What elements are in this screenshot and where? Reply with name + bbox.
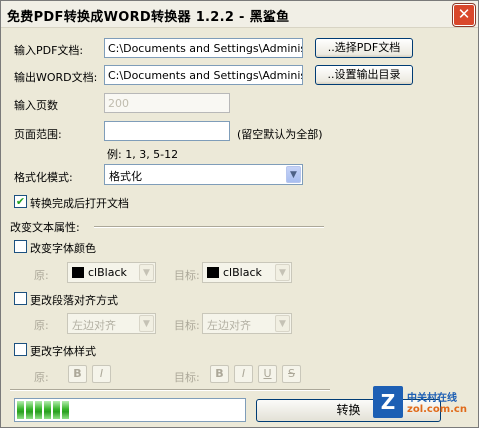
font-color-target-value: clBlack <box>223 266 262 279</box>
progress-segment <box>62 401 69 419</box>
font-color-orig-label: 原: <box>34 269 49 282</box>
alignment-orig-select: 左边对齐 ▼ <box>67 313 156 334</box>
font-color-orig-value: clBlack <box>88 266 127 279</box>
close-icon: ✕ <box>457 5 471 23</box>
orig-bold-button: B <box>68 365 87 383</box>
alignment-checkbox[interactable] <box>14 292 27 305</box>
section-divider <box>94 226 324 228</box>
font-style-orig-label: 原: <box>34 371 49 384</box>
orig-italic-button: I <box>92 365 111 383</box>
font-style-checkbox[interactable] <box>14 343 27 356</box>
target-bold-button: B <box>210 365 229 383</box>
progress-segment <box>53 401 60 419</box>
font-color-orig-select: clBlack ▼ <box>67 262 156 283</box>
format-mode-value: 格式化 <box>109 170 142 183</box>
title-bar: 免费PDF转换成WORD转换器 1.2.2 - 黑鲨鱼 ✕ <box>1 1 478 28</box>
page-range-hint: (留空默认为全部) <box>237 128 323 141</box>
font-color-label: 改变字体颜色 <box>30 242 96 255</box>
page-count-field: 200 <box>104 93 230 113</box>
watermark-name: 中关村在线 <box>407 393 457 404</box>
format-mode-select[interactable]: 格式化 ▼ <box>104 164 303 185</box>
checkmark-icon: ✔ <box>15 195 26 208</box>
page-range-field[interactable] <box>104 121 230 141</box>
conversion-progress-bar <box>14 398 246 422</box>
progress-segment <box>17 401 24 419</box>
font-color-target-select: clBlack ▼ <box>202 262 292 283</box>
open-after-checkbox[interactable]: ✔ <box>14 195 27 208</box>
alignment-target-value: 左边对齐 <box>207 319 251 332</box>
progress-segment <box>44 401 51 419</box>
set-output-dir-button[interactable]: ..设置输出目录 <box>315 65 413 85</box>
output-word-field[interactable]: C:\Documents and Settings\Administrato <box>104 65 303 85</box>
alignment-label: 更改段落对齐方式 <box>30 294 118 307</box>
watermark-site: zol.com.cn <box>407 404 467 415</box>
open-after-label: 转换完成后打开文档 <box>30 197 129 210</box>
input-pdf-field[interactable]: C:\Documents and Settings\Administrato <box>104 38 303 58</box>
window-title: 免费PDF转换成WORD转换器 1.2.2 - 黑鲨鱼 <box>7 10 290 25</box>
font-color-checkbox[interactable] <box>14 240 27 253</box>
page-range-example: 例: 1, 3, 5-12 <box>107 148 179 161</box>
page-count-label: 输入页数 <box>14 99 58 112</box>
font-style-label: 更改字体样式 <box>30 345 96 358</box>
select-pdf-button[interactable]: ..选择PDF文档 <box>315 38 413 58</box>
font-style-target-label: 目标: <box>174 371 200 384</box>
target-underline-button: U <box>258 365 277 383</box>
bottom-divider <box>10 389 330 391</box>
chevron-down-icon: ▼ <box>275 264 290 281</box>
main-window: 免费PDF转换成WORD转换器 1.2.2 - 黑鲨鱼 ✕ 输入PDF文档: C… <box>0 0 479 428</box>
target-italic-button: I <box>234 365 253 383</box>
zol-logo: Z <box>373 386 403 418</box>
close-button[interactable]: ✕ <box>453 4 475 26</box>
chevron-down-icon: ▼ <box>275 315 290 332</box>
font-color-target-label: 目标: <box>174 269 200 282</box>
page-range-label: 页面范围: <box>14 128 62 141</box>
target-strike-button: S <box>282 365 301 383</box>
text-props-section-label: 改变文本属性: <box>10 221 80 234</box>
black-swatch <box>72 267 84 278</box>
alignment-orig-label: 原: <box>34 319 49 332</box>
chevron-down-icon: ▼ <box>139 264 154 281</box>
chevron-down-icon: ▼ <box>139 315 154 332</box>
chevron-down-icon[interactable]: ▼ <box>286 166 301 183</box>
alignment-orig-value: 左边对齐 <box>72 319 116 332</box>
output-word-label: 输出WORD文档: <box>14 71 98 84</box>
black-swatch <box>207 267 219 278</box>
input-pdf-label: 输入PDF文档: <box>14 44 84 57</box>
progress-segment <box>26 401 33 419</box>
zol-watermark: Z 中关村在线 zol.com.cn <box>373 386 473 422</box>
progress-segment <box>35 401 42 419</box>
alignment-target-label: 目标: <box>174 319 200 332</box>
alignment-target-select: 左边对齐 ▼ <box>202 313 292 334</box>
format-mode-label: 格式化模式: <box>14 171 73 184</box>
